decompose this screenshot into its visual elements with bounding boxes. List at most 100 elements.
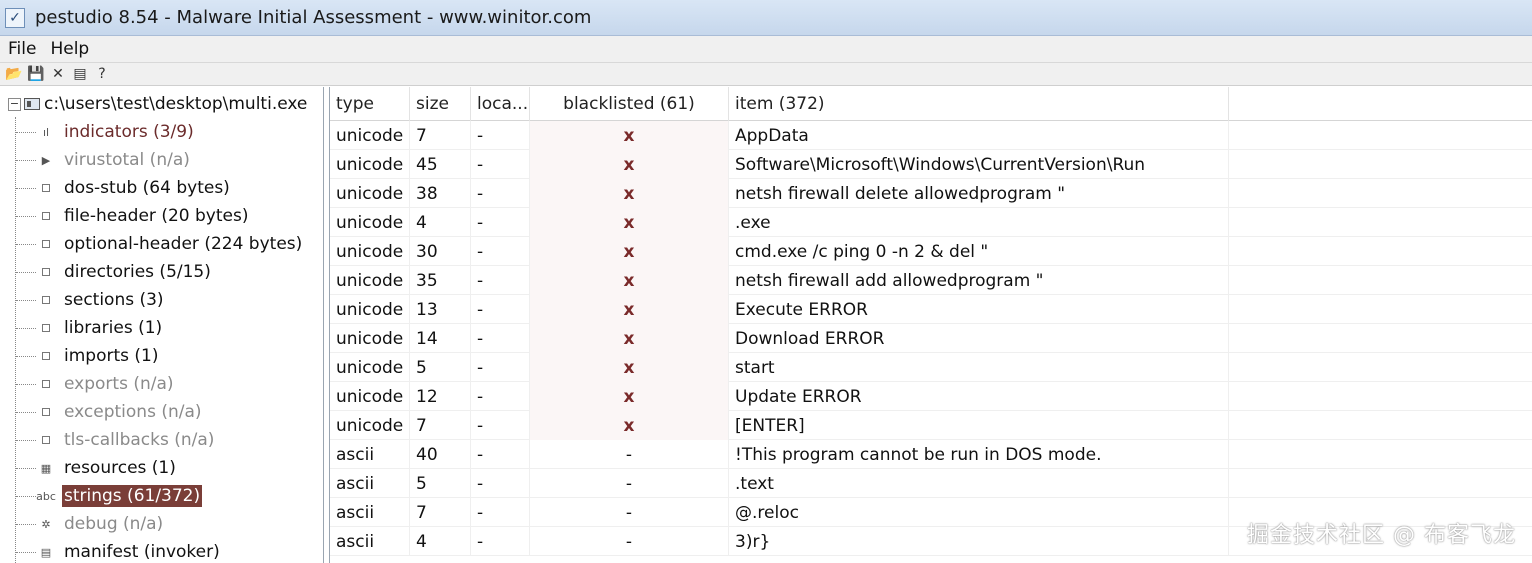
cell-type: unicode [330,353,410,382]
options-icon[interactable]: ▤ [69,64,91,84]
node-icon [36,180,56,196]
cell-location: - [471,469,530,498]
cell-type: unicode [330,237,410,266]
cell-location: - [471,121,530,150]
tree-connector [16,243,36,245]
cell-filler [1229,237,1532,266]
node-icon [36,376,56,392]
cell-size: 35 [410,266,471,295]
node-icon [36,348,56,364]
debug-icon: ✲ [41,517,51,531]
cell-type: ascii [330,440,410,469]
cell-location: - [471,295,530,324]
column-header-item[interactable]: item (372) [729,87,1229,121]
cell-filler [1229,266,1532,295]
tree-item[interactable]: libraries (1) [16,315,316,341]
tree-connector [16,187,36,189]
cell-blacklisted: x [530,411,729,440]
save-icon[interactable]: 💾 [25,64,47,84]
table-row[interactable]: unicode 7- x AppData [330,121,1532,150]
toolbar: 📂 💾 ✕ ▤ ? [0,63,1532,86]
tree-connector [16,439,36,441]
cell-size: 4 [410,208,471,237]
cell-filler [1229,179,1532,208]
cell-location: - [471,237,530,266]
tree-connector [16,383,36,385]
collapse-icon[interactable]: − [8,97,21,111]
tree-item-label: exports (n/a) [64,374,174,394]
table-row[interactable]: unicode 45- x Software\Microsoft\Windows\Cu… [330,150,1532,179]
cell-blacklisted: x [530,382,729,411]
tree-item-label: resources (1) [64,458,176,478]
tree-item[interactable]: abc strings (61/372) [16,483,316,509]
manifest-icon: ▤ [40,545,52,559]
tree-connector [16,299,36,301]
tree-item[interactable]: ▤ manifest (invoker) [16,539,316,563]
tree-item-label: sections (3) [64,290,164,310]
cell-blacklisted: x [530,237,729,266]
cell-item: netsh firewall add allowedprogram " [729,266,1229,295]
app-check-icon: ✓ [5,7,25,28]
tree-item[interactable]: sections (3) [16,287,316,313]
tree-item-label: strings (61/372) [62,485,203,507]
cell-filler [1229,469,1532,498]
tree-item[interactable]: file-header (20 bytes) [16,203,316,229]
menu-bar: File Help [0,36,1532,63]
table-row[interactable]: unicode 38- x netsh firewall delete allowed… [330,179,1532,208]
tree-item-label: directories (5/15) [64,262,211,282]
table-row[interactable]: unicode 13- x Execute ERROR [330,295,1532,324]
tree-item[interactable]: ▶ virustotal (n/a) [16,147,316,173]
tree-item[interactable]: ▦ resources (1) [16,455,316,481]
tree-connector [16,495,36,497]
tree-connector [16,215,36,217]
cell-size: 7 [410,411,471,440]
table-row[interactable]: unicode 7- x [ENTER] [330,411,1532,440]
help-icon[interactable]: ? [91,64,113,84]
strings-table: type size loca... blacklisted (61) item … [329,87,1532,563]
tree-root[interactable]: − c:\users\test\desktop\multi.exe [0,91,320,117]
close-icon[interactable]: ✕ [47,64,69,84]
cell-type: unicode [330,411,410,440]
open-folder-icon[interactable]: 📂 [3,64,25,84]
table-row[interactable]: ascii 5- - .text [330,469,1532,498]
menu-file[interactable]: File [2,39,42,59]
tree-item[interactable]: exports (n/a) [16,371,316,397]
cell-size: 13 [410,295,471,324]
menu-help[interactable]: Help [44,39,95,59]
node-icon [36,432,56,448]
column-header-size[interactable]: size [410,87,471,121]
table-row[interactable]: unicode 5- x start [330,353,1532,382]
cell-size: 5 [410,469,471,498]
tree-item[interactable]: tls-callbacks (n/a) [16,427,316,453]
tree-connector [16,523,36,525]
table-row[interactable]: ascii 40- - !This program cannot be run in … [330,440,1532,469]
tree-item[interactable]: imports (1) [16,343,316,369]
table-row[interactable]: unicode 4- x .exe [330,208,1532,237]
cell-filler [1229,295,1532,324]
tree-connector [16,467,36,469]
tree-item[interactable]: exceptions (n/a) [16,399,316,425]
table-row[interactable]: unicode 12- x Update ERROR [330,382,1532,411]
column-header-location[interactable]: loca... [471,87,530,121]
cell-blacklisted: x [530,208,729,237]
cell-filler [1229,382,1532,411]
column-header-blacklisted[interactable]: blacklisted (61) [530,87,729,121]
tree-item[interactable]: directories (5/15) [16,259,316,285]
cell-blacklisted: x [530,295,729,324]
tree-item[interactable]: ✲ debug (n/a) [16,511,316,537]
cell-item: .text [729,469,1229,498]
table-row[interactable]: unicode 35- x netsh firewall add allowedpro… [330,266,1532,295]
column-header-type[interactable]: type [330,87,410,121]
cell-location: - [471,382,530,411]
cell-location: - [471,208,530,237]
tree-item[interactable]: optional-header (224 bytes) [16,231,316,257]
cell-size: 12 [410,382,471,411]
table-row[interactable]: unicode 30- x cmd.exe /c ping 0 -n 2 & del … [330,237,1532,266]
cell-blacklisted: - [530,440,729,469]
tree-item[interactable]: ıl indicators (3/9) [16,119,316,145]
tree-item[interactable]: dos-stub (64 bytes) [16,175,316,201]
cell-item: Execute ERROR [729,295,1229,324]
cell-type: unicode [330,295,410,324]
table-row[interactable]: unicode 14- x Download ERROR [330,324,1532,353]
cell-filler [1229,208,1532,237]
